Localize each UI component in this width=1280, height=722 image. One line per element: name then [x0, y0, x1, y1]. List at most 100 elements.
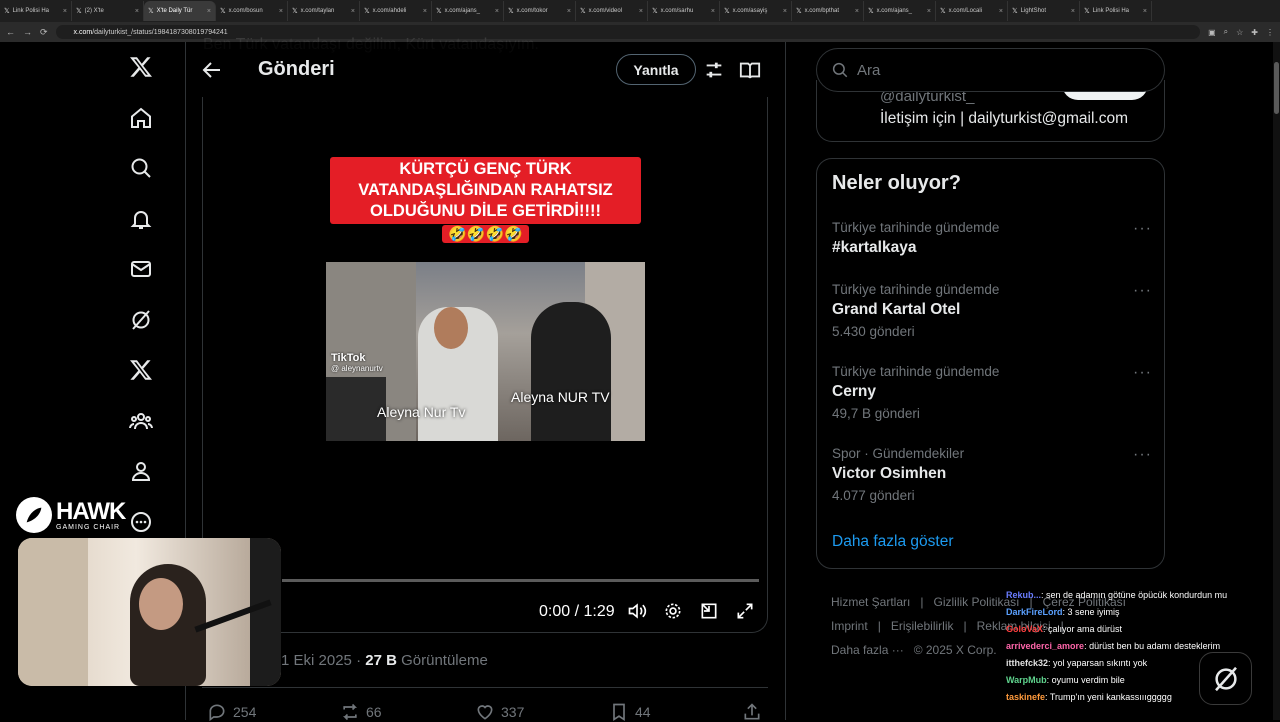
tab-close-icon[interactable]: × — [351, 8, 355, 15]
tab-title: x.com/sarhu — [660, 8, 694, 14]
tab-title: x.com/ajans_ — [444, 8, 480, 14]
footer-link[interactable]: Daha fazla ··· — [831, 643, 904, 657]
reload-icon[interactable]: ⟳ — [40, 27, 48, 38]
footer-link[interactable]: © 2025 X Corp. — [914, 643, 997, 657]
search-input[interactable]: Ara — [857, 62, 880, 79]
scrollbar-thumb[interactable] — [1274, 62, 1279, 114]
profile-icon[interactable] — [119, 449, 163, 493]
bookmark-star-icon[interactable]: ☆ — [1236, 28, 1243, 37]
post-date: 1 Eki 2025 — [281, 652, 352, 669]
extension-icon[interactable]: ▣ — [1208, 28, 1216, 37]
communities-icon[interactable] — [119, 399, 163, 443]
x-logo-icon[interactable] — [119, 45, 163, 89]
browser-tab[interactable]: 𝕏x.com/tokor × — [504, 1, 576, 21]
video-frame[interactable]: TikTok @ aleynanurtv Aleyna Nur Tv Aleyn… — [326, 262, 645, 441]
trend-more-icon[interactable]: ··· — [1133, 364, 1152, 382]
tab-close-icon[interactable]: × — [855, 8, 859, 15]
footer-link[interactable]: Erişilebilirlik — [891, 619, 954, 633]
tab-favicon-icon: 𝕏 — [148, 8, 154, 15]
premium-x-icon[interactable] — [119, 348, 163, 392]
trend-item[interactable]: Spor · Gündemdekiler Victor Osimhen 4.07… — [832, 446, 1152, 503]
tab-favicon-icon: 𝕏 — [220, 8, 226, 15]
browser-tab[interactable]: 𝕏 (2) X'te × — [72, 1, 144, 21]
brand-name: HAWK — [56, 497, 126, 525]
tab-close-icon[interactable]: × — [783, 8, 787, 15]
repost-action[interactable]: 66 — [340, 702, 382, 722]
volume-icon[interactable] — [627, 601, 647, 621]
browser-tab[interactable]: 𝕏x.com/ajans_ × — [432, 1, 504, 21]
grok-floating-button[interactable] — [1199, 652, 1252, 705]
tab-close-icon[interactable]: × — [711, 8, 715, 15]
browser-tab[interactable]: 𝕏x.com/ajans_ × — [864, 1, 936, 21]
video-progress-bar[interactable] — [282, 579, 759, 582]
tab-close-icon[interactable]: × — [135, 8, 139, 15]
like-action[interactable]: 337 — [475, 702, 524, 722]
chat-text: : oyumu verdim bile — [1046, 675, 1125, 685]
tab-close-icon[interactable]: × — [63, 8, 67, 15]
browser-tab[interactable]: 𝕏x.com/taylan × — [288, 1, 360, 21]
footer-separator: | — [877, 619, 881, 633]
tab-close-icon[interactable]: × — [279, 8, 283, 15]
footer-link[interactable]: Hizmet Şartları — [831, 595, 910, 609]
browser-tab[interactable]: 𝕏x.com/asayiş × — [720, 1, 792, 21]
home-icon[interactable] — [119, 96, 163, 140]
tab-close-icon[interactable]: × — [207, 8, 211, 15]
trend-item[interactable]: Türkiye tarihinde gündemde Cerny 49,7 B … — [832, 364, 1152, 421]
share-action[interactable] — [742, 702, 762, 722]
more-options-icon[interactable] — [119, 500, 163, 544]
tab-close-icon[interactable]: × — [567, 8, 571, 15]
forward-nav-icon[interactable]: → — [23, 27, 32, 37]
browser-tab[interactable]: 𝕏 LightShot × — [1008, 1, 1080, 21]
reader-mode-icon[interactable] — [739, 59, 761, 81]
reply-button[interactable]: Yanıtla — [616, 54, 696, 85]
zoom-icon[interactable]: ⌕ — [1224, 27, 1228, 37]
tab-close-icon[interactable]: × — [1071, 8, 1075, 15]
brand-sub: GAMING CHAIR — [56, 523, 121, 531]
fullscreen-icon[interactable] — [735, 601, 755, 621]
browser-tab[interactable]: 𝕏x.com/sarhu × — [648, 1, 720, 21]
tab-title: (2) X'te — [84, 8, 104, 14]
browser-tab[interactable]: 𝕏 X'te Daily Tür × — [144, 1, 216, 21]
extensions-puzzle-icon[interactable]: ✚ — [1251, 28, 1258, 37]
pip-icon[interactable] — [699, 601, 719, 621]
reply-count: 254 — [233, 704, 257, 720]
trend-item[interactable]: Türkiye tarihinde gündemde Grand Kartal … — [832, 282, 1152, 339]
browser-tab[interactable]: 𝕏x.com/bpthat × — [792, 1, 864, 21]
grok-icon[interactable] — [119, 298, 163, 342]
menu-dots-icon[interactable]: ⋮ — [1266, 28, 1274, 37]
back-arrow-icon[interactable] — [200, 58, 224, 82]
browser-tab[interactable]: 𝕏 Link Polisi Ha × — [0, 1, 72, 21]
browser-tab[interactable]: 𝕏x.com/videol × — [576, 1, 648, 21]
sliders-icon[interactable] — [703, 59, 725, 81]
tab-close-icon[interactable]: × — [639, 8, 643, 15]
trends-title: Neler oluyor? — [832, 172, 961, 194]
tab-close-icon[interactable]: × — [495, 8, 499, 15]
trend-more-icon[interactable]: ··· — [1133, 220, 1152, 238]
browser-tab[interactable]: 𝕏x.com/ahdeli × — [360, 1, 432, 21]
tab-close-icon[interactable]: × — [1143, 8, 1147, 15]
tab-close-icon[interactable]: × — [423, 8, 427, 15]
reply-action[interactable]: 254 — [207, 702, 256, 722]
left-navigation — [115, 45, 167, 550]
browser-tab[interactable]: 𝕏 Link Polisi Ha × — [1080, 1, 1152, 21]
search-box[interactable]: Ara — [816, 48, 1165, 92]
trend-more-icon[interactable]: ··· — [1133, 446, 1152, 464]
notifications-bell-icon[interactable] — [119, 197, 163, 241]
tab-close-icon[interactable]: × — [999, 8, 1003, 15]
bookmark-action[interactable]: 44 — [609, 702, 651, 722]
messages-envelope-icon[interactable] — [119, 247, 163, 291]
trend-item[interactable]: Türkiye tarihinde gündemde #kartalkaya ·… — [832, 220, 1152, 257]
tab-favicon-icon: 𝕏 — [76, 8, 82, 15]
chat-username: Rekub... — [1006, 590, 1042, 600]
explore-search-icon[interactable] — [119, 146, 163, 190]
footer-link[interactable]: Imprint — [831, 619, 868, 633]
scrollbar-track[interactable] — [1273, 42, 1280, 720]
tab-close-icon[interactable]: × — [927, 8, 931, 15]
show-more-link[interactable]: Daha fazla göster — [832, 533, 954, 551]
settings-gear-icon[interactable] — [663, 601, 683, 621]
browser-tab[interactable]: 𝕏x.com/bosun × — [216, 1, 288, 21]
trend-more-icon[interactable]: ··· — [1133, 282, 1152, 300]
browser-tab[interactable]: 𝕏x.com/Locali × — [936, 1, 1008, 21]
tab-favicon-icon: 𝕏 — [1012, 8, 1018, 15]
back-nav-icon[interactable]: ← — [6, 27, 15, 37]
